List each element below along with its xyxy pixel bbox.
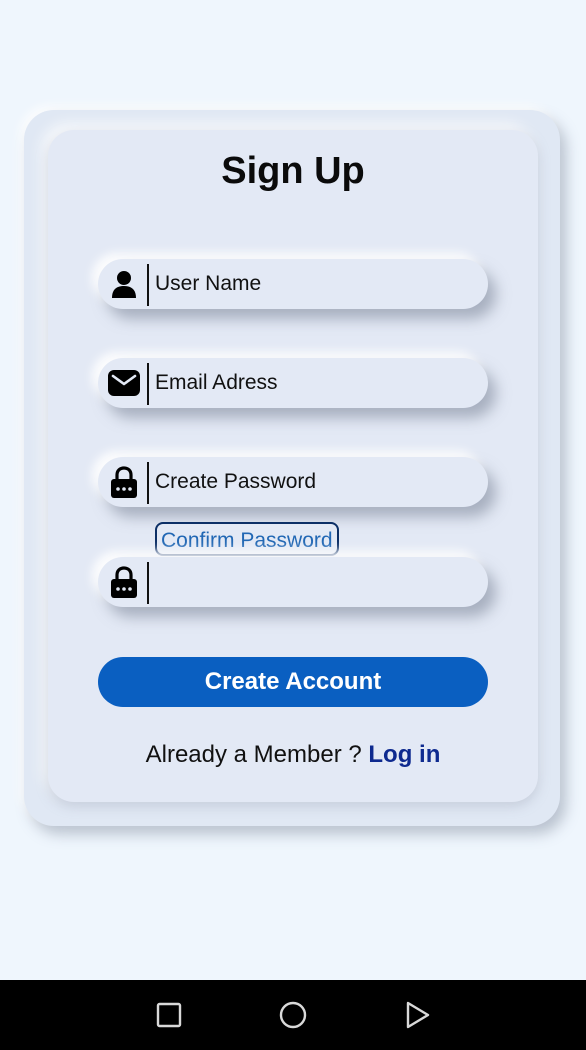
username-placeholder: User Name [155, 272, 262, 295]
field-divider [147, 462, 149, 504]
email-field[interactable]: Email Adress [98, 358, 488, 408]
page-title: Sign Up [221, 150, 365, 192]
confirm-password-label: Confirm Password [155, 522, 339, 556]
create-account-button[interactable]: Create Account [98, 657, 488, 707]
member-prompt-text: Already a Member ? [145, 741, 369, 768]
username-field[interactable]: User Name [98, 259, 488, 309]
field-divider [147, 264, 149, 306]
lock-icon [108, 466, 140, 498]
field-divider [147, 363, 149, 405]
email-placeholder: Email Adress [155, 371, 278, 394]
confirm-password-input[interactable] [150, 563, 474, 603]
user-icon [108, 268, 140, 300]
triangle-back-icon[interactable] [399, 997, 435, 1033]
confirm-password-field[interactable] [98, 557, 488, 607]
text-cursor [147, 562, 149, 604]
circle-icon[interactable] [275, 997, 311, 1033]
password-field[interactable]: Create Password [98, 457, 488, 507]
envelope-icon [108, 367, 140, 399]
password-placeholder: Create Password [155, 470, 317, 493]
lock-icon [108, 566, 140, 598]
navigation-bar [0, 980, 586, 1050]
member-prompt-row: Already a Member ? Log in [48, 738, 538, 772]
square-icon[interactable] [151, 997, 187, 1033]
login-link[interactable]: Log in [368, 741, 440, 768]
signup-screen: Sign Up User Name Email Adress Create Pa… [0, 0, 586, 1050]
